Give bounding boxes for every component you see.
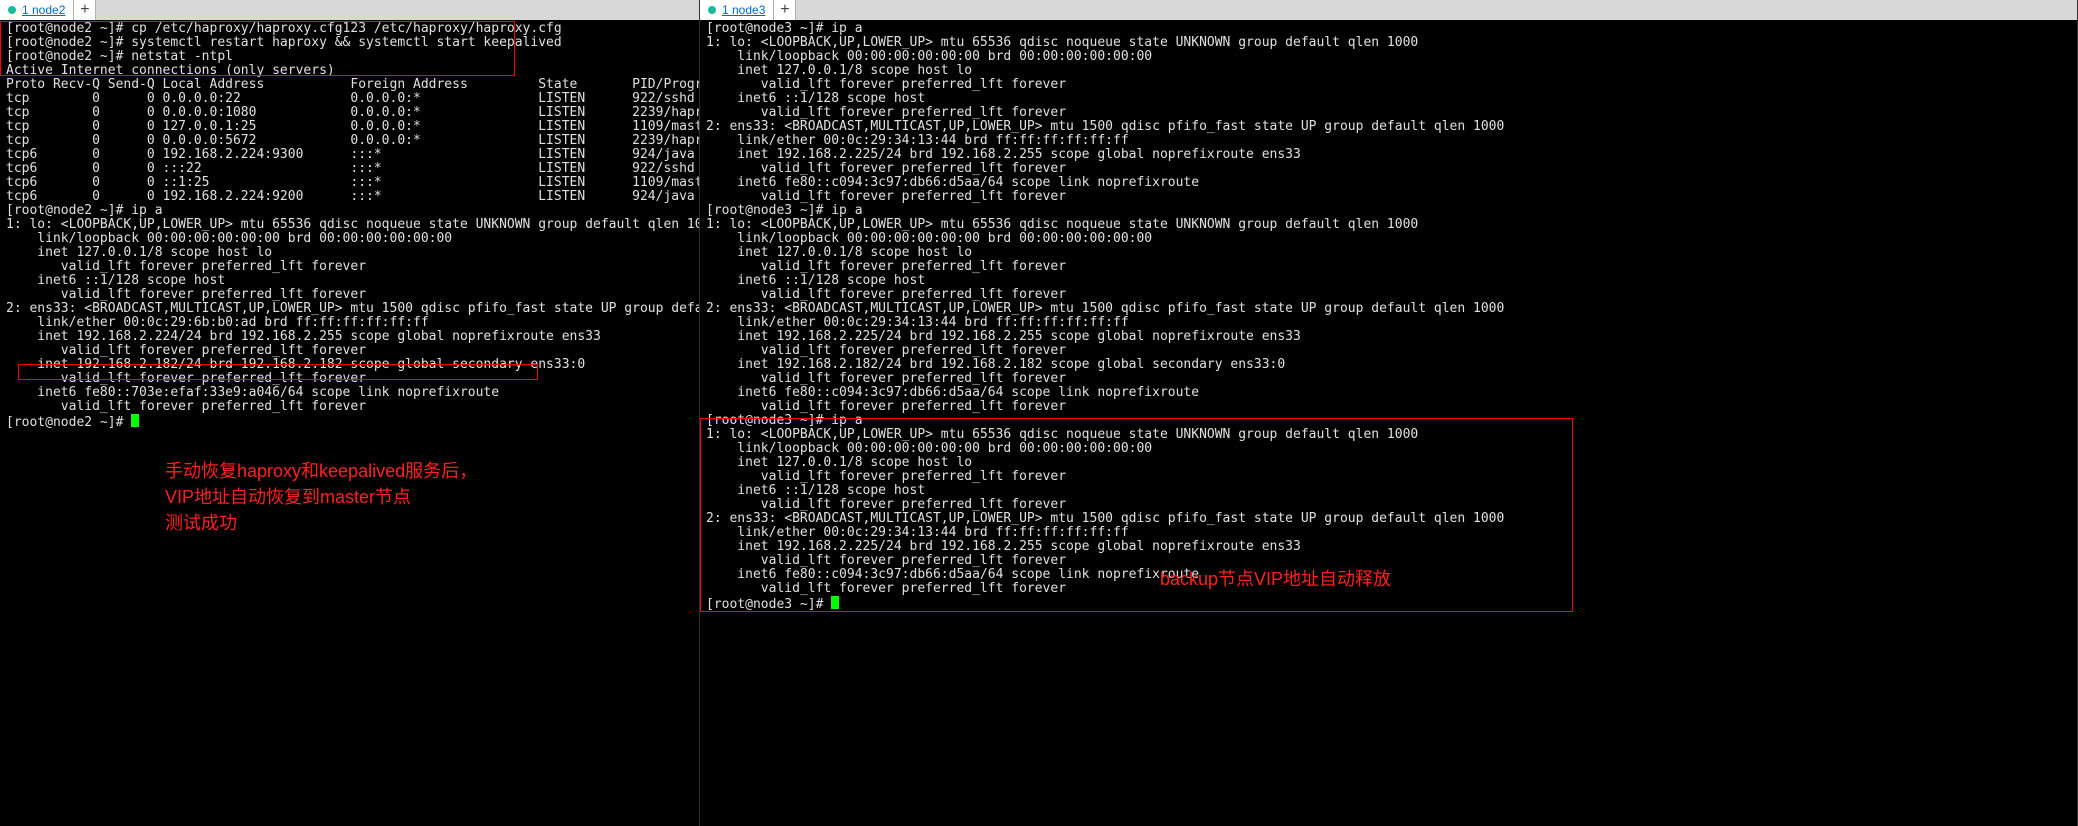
terminal-cursor [131, 414, 139, 427]
terminal-right[interactable]: [root@node3 ~]# ip a 1: lo: <LOOPBACK,UP… [700, 20, 2077, 826]
tab-label: 1 node2 [22, 3, 65, 17]
status-dot-icon [708, 6, 716, 14]
tab-bar-right: 1 node3 + [700, 0, 2077, 20]
plus-icon: + [80, 1, 89, 19]
annotation-left: 手动恢复haproxy和keepalived服务后， VIP地址自动恢复到mas… [165, 458, 477, 536]
tab-label: 1 node3 [722, 3, 765, 17]
terminal-cursor [831, 596, 839, 609]
tab-node2[interactable]: 1 node2 [0, 0, 74, 20]
status-dot-icon [8, 6, 16, 14]
tab-node3[interactable]: 1 node3 [700, 0, 774, 20]
annotation-right: backup节点VIP地址自动释放 [1160, 566, 1391, 592]
terminal-left[interactable]: [root@node2 ~]# cp /etc/haproxy/haproxy.… [0, 20, 699, 826]
new-tab-button[interactable]: + [774, 0, 796, 20]
new-tab-button[interactable]: + [74, 0, 96, 20]
tab-bar-left: 1 node2 + [0, 0, 699, 20]
left-pane: 1 node2 + [root@node2 ~]# cp /etc/haprox… [0, 0, 700, 826]
right-pane: 1 node3 + [root@node3 ~]# ip a 1: lo: <L… [700, 0, 2078, 826]
plus-icon: + [780, 1, 789, 19]
